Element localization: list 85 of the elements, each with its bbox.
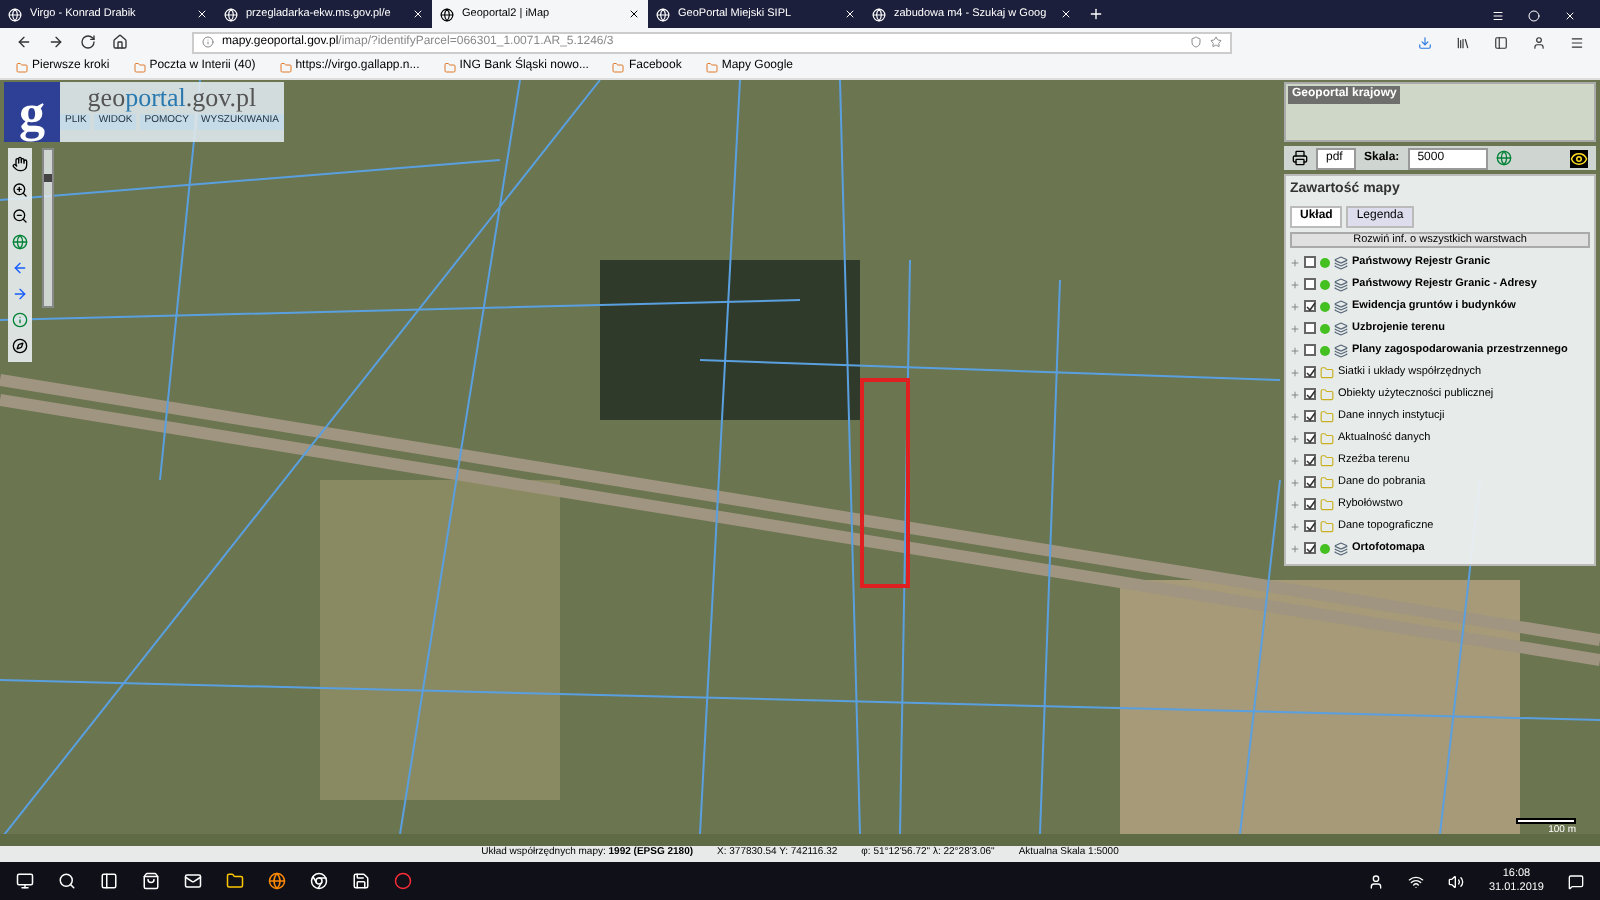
menu-icon[interactable] xyxy=(1570,35,1584,49)
mail-icon[interactable] xyxy=(184,872,202,890)
folder-icon xyxy=(1320,497,1334,511)
info-icon xyxy=(202,36,214,48)
layer-checkbox[interactable] xyxy=(1304,476,1316,488)
layer-checkbox[interactable] xyxy=(1304,344,1316,356)
layer-icon xyxy=(1334,541,1348,555)
save-icon[interactable] xyxy=(352,872,370,890)
layer-icon xyxy=(1334,277,1348,291)
folder-icon xyxy=(279,61,292,73)
folder-icon xyxy=(133,61,146,73)
layer-checkbox[interactable] xyxy=(1304,256,1316,268)
notification-icon[interactable] xyxy=(1568,873,1584,889)
globe-icon[interactable] xyxy=(12,234,28,250)
folder-icon xyxy=(1320,431,1334,445)
close-icon xyxy=(412,8,424,20)
layer-checkbox[interactable] xyxy=(1304,410,1316,422)
site-title: geoportal.gov.pl xyxy=(87,82,257,112)
close-icon xyxy=(196,8,208,20)
layer-icon xyxy=(1334,343,1348,357)
chrome-icon[interactable] xyxy=(310,872,328,890)
pan-icon[interactable] xyxy=(12,156,28,172)
start-icon[interactable] xyxy=(16,872,34,890)
people-icon xyxy=(1368,873,1385,889)
zoom-out-icon[interactable] xyxy=(12,208,28,224)
folder-icon xyxy=(443,61,456,73)
eye-icon[interactable] xyxy=(1570,149,1588,167)
layer-checkbox[interactable] xyxy=(1304,278,1316,290)
layer-checkbox[interactable] xyxy=(1304,498,1316,510)
zoom-slider-thumb[interactable] xyxy=(44,173,52,182)
reload-icon[interactable] xyxy=(80,34,96,50)
layer-icon xyxy=(1334,299,1348,313)
folder-icon xyxy=(1320,453,1334,467)
volume-icon xyxy=(1448,873,1465,889)
layer-checkbox[interactable] xyxy=(1304,388,1316,400)
folder-icon xyxy=(1320,365,1334,379)
layer-checkbox[interactable] xyxy=(1304,322,1316,334)
network-icon xyxy=(1408,873,1425,889)
folder-icon[interactable] xyxy=(226,872,244,890)
shield-icon xyxy=(1190,36,1202,48)
favicon-icon xyxy=(224,7,238,21)
favicon-icon xyxy=(8,7,22,21)
sidebar-icon[interactable] xyxy=(1494,35,1508,49)
layer-checkbox[interactable] xyxy=(1304,432,1316,444)
zoom-in-icon[interactable] xyxy=(12,182,28,198)
favicon-icon xyxy=(440,7,454,21)
info-icon[interactable] xyxy=(12,312,28,328)
favicon-icon xyxy=(656,7,670,21)
folder-icon xyxy=(16,61,28,73)
layer-checkbox[interactable] xyxy=(1304,454,1316,466)
scale-bar xyxy=(1516,817,1576,823)
layer-checkbox[interactable] xyxy=(1304,542,1316,554)
folder-icon xyxy=(612,61,625,73)
close-icon xyxy=(628,8,640,20)
layer-checkbox[interactable] xyxy=(1304,520,1316,532)
close-icon xyxy=(1060,8,1072,20)
back-icon[interactable] xyxy=(16,34,32,50)
new-tab-icon[interactable] xyxy=(1088,6,1104,22)
layer-icon xyxy=(1334,255,1348,269)
close-icon[interactable] xyxy=(1564,10,1576,22)
print-icon[interactable] xyxy=(1292,150,1308,166)
favicon-icon xyxy=(872,7,886,21)
library-icon[interactable] xyxy=(1456,35,1470,49)
download-icon[interactable] xyxy=(1418,35,1432,49)
bookmark-icon xyxy=(1210,36,1222,48)
layer-checkbox[interactable] xyxy=(1304,366,1316,378)
folder-icon xyxy=(1320,409,1334,423)
home-icon[interactable] xyxy=(112,34,128,50)
search-icon[interactable] xyxy=(58,872,76,890)
app-icon[interactable] xyxy=(394,872,412,890)
store-icon[interactable] xyxy=(142,872,160,890)
browser-icon[interactable] xyxy=(268,872,286,890)
account-icon[interactable] xyxy=(1532,35,1546,49)
task-view-icon[interactable] xyxy=(100,872,118,890)
folder-icon xyxy=(705,61,718,73)
layer-checkbox[interactable] xyxy=(1304,300,1316,312)
close-icon xyxy=(844,8,856,20)
compass-icon[interactable] xyxy=(12,338,28,354)
folder-icon xyxy=(1320,387,1334,401)
globe-icon[interactable] xyxy=(1495,150,1512,166)
folder-icon xyxy=(1320,519,1334,533)
layer-icon xyxy=(1334,321,1348,335)
forward-icon[interactable] xyxy=(48,34,64,50)
folder-icon xyxy=(1320,475,1334,489)
logo: g xyxy=(4,82,60,142)
